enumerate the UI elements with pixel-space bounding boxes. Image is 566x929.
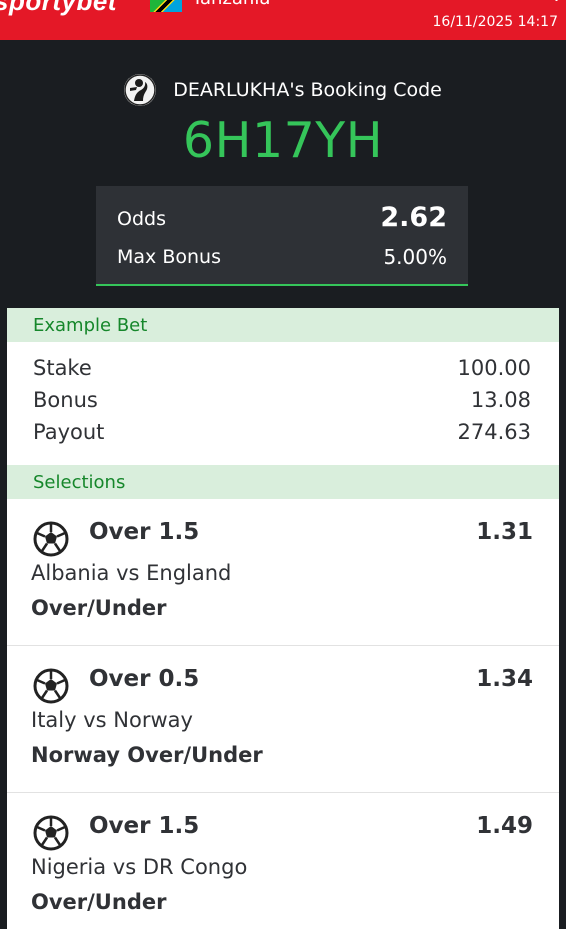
booking-code[interactable]: 6H17YH [0,112,566,169]
max-bonus-label: Max Bonus [117,246,221,268]
match-name: Italy vs Norway [31,708,193,732]
match-name: Albania vs England [31,561,232,585]
soccer-ball-icon [33,815,69,851]
max-bonus-value: 5.00% [383,245,447,269]
soccer-ball-icon [33,521,69,557]
market-type: Over/Under [31,596,167,620]
top-bar: sportybet Tanzania 16/11/2025 14:17 [0,0,566,40]
payout-value: 274.63 [457,420,531,444]
odds-summary: Odds 2.62 Max Bonus 5.00% [96,186,468,286]
bonus-value: 13.08 [470,388,531,412]
brand-logo[interactable]: sportybet [0,0,117,17]
stake-row: Stake 100.00 [33,356,531,380]
country-label[interactable]: Tanzania [192,0,270,9]
soccer-ball-icon [33,668,69,704]
market-label: Over 1.5 [89,519,200,545]
total-odds: 2.62 [380,202,447,233]
booking-header: DEARLUKHA's Booking Code [0,74,566,106]
odds-label: Odds [117,208,166,230]
tanzania-flag-icon [150,0,182,12]
selections-header: Selections [7,465,559,499]
selection-item[interactable]: Over 1.5 1.31 Albania vs England Over/Un… [7,499,559,646]
market-type: Norway Over/Under [31,743,263,767]
bonus-label: Bonus [33,388,98,412]
payout-label: Payout [33,420,105,444]
match-name: Nigeria vs DR Congo [31,855,248,879]
datetime-label: 16/11/2025 14:17 [432,14,559,30]
bonus-row: Bonus 13.08 [33,388,531,412]
selection-odds: 1.34 [476,666,533,692]
market-label: Over 0.5 [89,666,200,692]
stake-value: 100.00 [457,356,531,380]
selection-odds: 1.31 [476,519,533,545]
bet-details-panel: Example Bet Stake 100.00 Bonus 13.08 Pay… [7,308,559,929]
more-menu-icon[interactable] [555,0,558,2]
market-type: Over/Under [31,890,167,914]
example-bet-header: Example Bet [7,308,559,342]
booking-code-label: DEARLUKHA's Booking Code [173,79,442,101]
selection-odds: 1.49 [476,813,533,839]
user-avatar [124,74,157,106]
selection-item[interactable]: Over 1.5 1.49 Nigeria vs DR Congo Over/U… [7,793,559,929]
selection-item[interactable]: Over 0.5 1.34 Italy vs Norway Norway Ove… [7,646,559,793]
stake-label: Stake [33,356,92,380]
market-label: Over 1.5 [89,813,200,839]
payout-row: Payout 274.63 [33,420,531,444]
